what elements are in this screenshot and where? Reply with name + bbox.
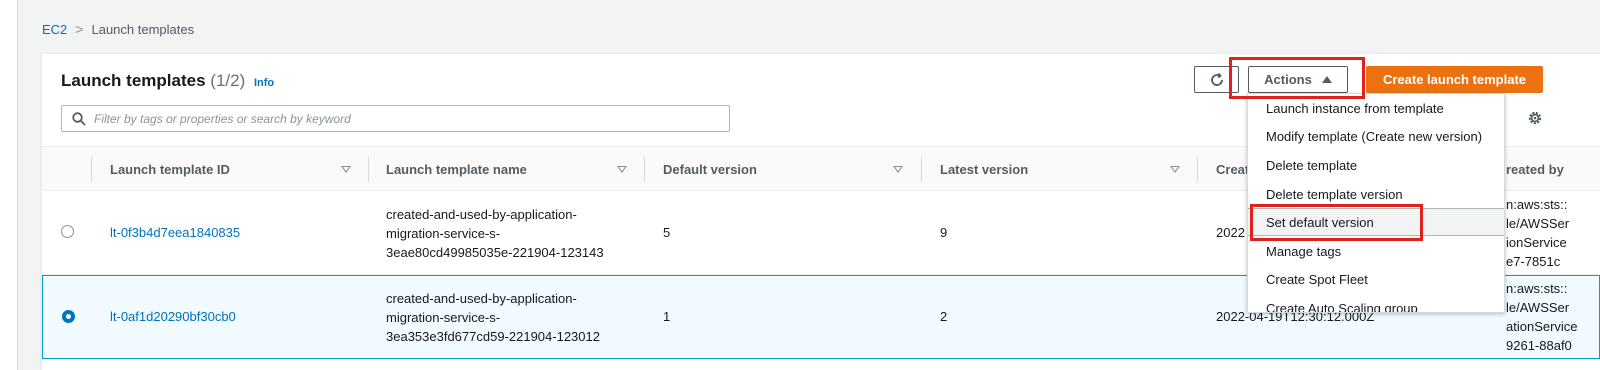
name-line: migration-service-s- [386,310,501,325]
sort-icon[interactable] [341,166,351,173]
column-header-latest-version[interactable]: Latest version [940,147,1028,192]
search-input[interactable] [94,111,694,126]
search-box[interactable] [61,105,730,132]
launch-template-name-cell: created-and-used-by-application- migrati… [386,289,600,346]
default-version-cell: 5 [663,225,671,240]
created-by-line: le/AWSSer [1506,300,1570,315]
left-nav-edge [0,0,18,370]
created-by-line: e7-7851c [1506,254,1561,269]
column-divider [644,157,645,182]
title-text: Launch templates [61,71,206,90]
latest-version-cell: 9 [940,225,948,240]
launch-template-id-link[interactable]: lt-0af1d20290bf30cb0 [110,309,236,324]
launch-template-name-cell: created-and-used-by-application- migrati… [386,205,604,262]
info-link[interactable]: Info [254,77,274,89]
page-title: Launch templates (1/2) Info [61,71,274,91]
created-by-line: n:aws:sts:: [1506,281,1568,296]
launch-template-id-link[interactable]: lt-0f3b4d7eea1840835 [110,225,240,240]
breadcrumb-ec2-link[interactable]: EC2 [42,22,67,37]
menu-item-create-auto-scaling-group[interactable]: Create Auto Scaling group [1248,294,1504,313]
menu-item-manage-tags[interactable]: Manage tags [1248,237,1504,265]
menu-item-create-spot-fleet[interactable]: Create Spot Fleet [1248,265,1504,293]
create-launch-template-button[interactable]: Create launch template [1366,66,1543,93]
name-line: migration-service-s- [386,226,501,241]
sort-icon[interactable] [617,166,627,173]
breadcrumb-current: Launch templates [91,21,195,37]
row-select-radio[interactable] [61,225,74,238]
sort-icon[interactable] [1170,166,1180,173]
column-divider [1197,157,1198,182]
menu-item-delete-template[interactable]: Delete template [1248,151,1504,179]
name-line: created-and-used-by-application- [386,291,577,306]
menu-item-modify-template[interactable]: Modify template (Create new version) [1248,122,1504,150]
created-by-line: ionService [1506,235,1567,250]
column-divider [91,157,92,182]
column-header-created[interactable]: Creat [1216,147,1249,192]
column-header-default-version[interactable]: Default version [663,147,757,192]
table-preferences-button[interactable] [1525,108,1545,128]
created-by-line: n:aws:sts:: [1506,197,1568,212]
breadcrumb: EC2 > Launch templates [42,21,194,37]
created-by-line: le/AWSSer [1506,216,1570,231]
column-header-launch-template-id[interactable]: Launch template ID [110,147,230,192]
name-line: 3ea353e3fd677cd59-221904-123012 [386,329,600,344]
selection-count: (1/2) [210,71,246,90]
column-header-created-by[interactable]: reated by [1506,147,1564,192]
created-cell: 2022 [1216,225,1245,240]
highlight-box-set-default-version [1250,204,1423,241]
row-select-radio-checked[interactable] [62,310,75,323]
search-icon [72,111,86,126]
refresh-icon [1210,72,1223,86]
column-divider [921,157,922,182]
latest-version-cell: 2 [940,309,948,324]
highlight-box-actions [1229,57,1365,99]
breadcrumb-separator-icon: > [75,21,84,37]
actions-dropdown-menu: Launch instance from template Modify tem… [1247,93,1505,313]
default-version-cell: 1 [663,309,671,324]
created-by-line: 9261-88af0 [1506,338,1572,353]
created-by-line: ationService [1506,319,1578,334]
created-by-cell: n:aws:sts:: le/AWSSer ionService e7-7851… [1506,195,1569,271]
column-header-launch-template-name[interactable]: Launch template name [386,147,527,192]
name-line: 3eae80cd49985035e-221904-123143 [386,245,604,260]
sort-icon[interactable] [893,166,903,173]
gear-icon [1528,111,1542,125]
name-line: created-and-used-by-application- [386,207,577,222]
created-by-cell: n:aws:sts:: le/AWSSer ationService 9261-… [1506,279,1578,355]
column-divider [368,157,369,182]
